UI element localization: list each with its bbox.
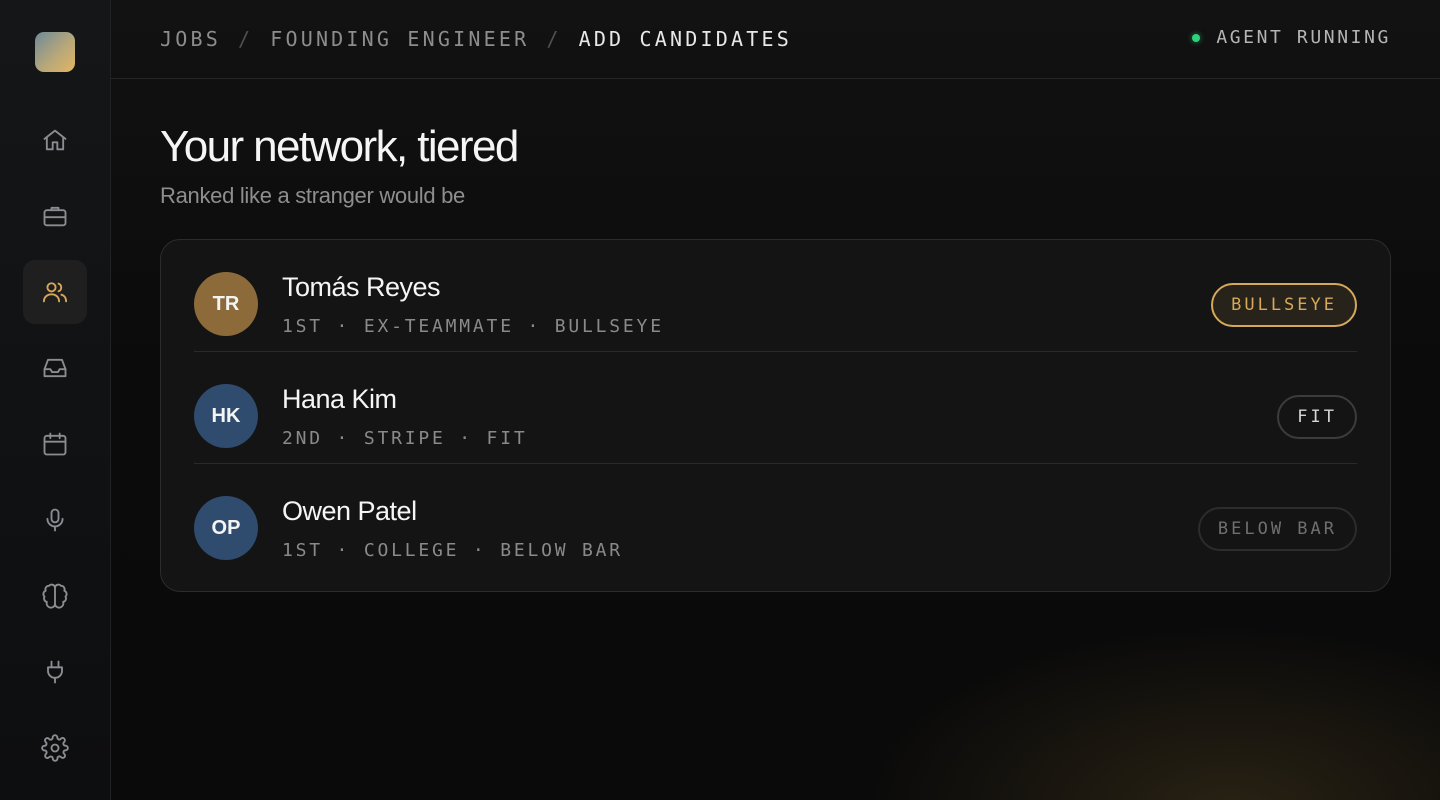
- sidebar-item-interviews[interactable]: [23, 488, 87, 552]
- candidate-meta: 1ST · COLLEGE · BELOW BAR: [282, 540, 623, 561]
- calendar-icon: [43, 432, 67, 456]
- inbox-icon: [43, 358, 67, 378]
- settings-icon: [41, 734, 69, 762]
- sidebar: [0, 0, 111, 800]
- avatar: TR: [194, 272, 258, 336]
- plug-icon: [47, 660, 63, 684]
- candidate-name: Owen Patel: [282, 496, 417, 526]
- top-bar: JOBS / FOUNDING ENGINEER / ADD CANDIDATE…: [111, 0, 1440, 79]
- candidate-row[interactable]: OP Owen Patel 1ST · COLLEGE · BELOW BAR …: [194, 464, 1357, 576]
- brain-icon: [42, 583, 68, 609]
- candidate-name: Tomás Reyes: [282, 272, 441, 302]
- users-icon: [42, 282, 68, 303]
- tier-badge[interactable]: BULLSEYE: [1211, 283, 1357, 327]
- candidate-row[interactable]: HK Hana Kim 2ND · STRIPE · FIT FIT: [194, 352, 1357, 464]
- candidate-meta: 2ND · STRIPE · FIT: [282, 428, 528, 449]
- microphone-icon: [46, 508, 64, 532]
- home-icon: [43, 129, 67, 151]
- sidebar-item-settings[interactable]: [23, 716, 87, 780]
- sidebar-item-home[interactable]: [23, 108, 87, 172]
- avatar: OP: [194, 496, 258, 560]
- breadcrumb: JOBS / FOUNDING ENGINEER / ADD CANDIDATE…: [160, 27, 792, 51]
- agent-status: AGENT RUNNING: [1192, 27, 1391, 48]
- sidebar-item-inbox[interactable]: [23, 336, 87, 400]
- sidebar-item-jobs[interactable]: [23, 184, 87, 248]
- status-dot-icon: [1192, 33, 1201, 42]
- sidebar-item-integrations[interactable]: [23, 640, 87, 704]
- tier-badge[interactable]: FIT: [1277, 395, 1357, 439]
- breadcrumb-separator: /: [546, 27, 562, 51]
- candidate-list: TR Tomás Reyes 1ST · EX-TEAMMATE · BULLS…: [160, 239, 1391, 592]
- candidate-name: Hana Kim: [282, 384, 397, 414]
- breadcrumb-jobs[interactable]: JOBS: [160, 27, 221, 51]
- app-logo[interactable]: [35, 32, 75, 72]
- candidate-row[interactable]: TR Tomás Reyes 1ST · EX-TEAMMATE · BULLS…: [194, 240, 1357, 352]
- avatar: HK: [194, 384, 258, 448]
- briefcase-icon: [43, 206, 67, 227]
- page-subtitle: Ranked like a stranger would be: [160, 183, 465, 208]
- agent-status-label: AGENT RUNNING: [1216, 27, 1391, 48]
- sidebar-item-intelligence[interactable]: [23, 564, 87, 628]
- breadcrumb-founding-engineer[interactable]: FOUNDING ENGINEER: [270, 27, 529, 51]
- sidebar-item-calendar[interactable]: [23, 412, 87, 476]
- app-root: JOBS / FOUNDING ENGINEER / ADD CANDIDATE…: [0, 0, 1440, 800]
- candidate-meta: 1ST · EX-TEAMMATE · BULLSEYE: [282, 316, 664, 337]
- breadcrumb-current: ADD CANDIDATES: [578, 27, 792, 51]
- breadcrumb-separator: /: [237, 27, 254, 51]
- sidebar-item-candidates[interactable]: [23, 260, 87, 324]
- tier-badge[interactable]: BELOW BAR: [1197, 507, 1357, 551]
- page-title: Your network, tiered: [160, 122, 519, 171]
